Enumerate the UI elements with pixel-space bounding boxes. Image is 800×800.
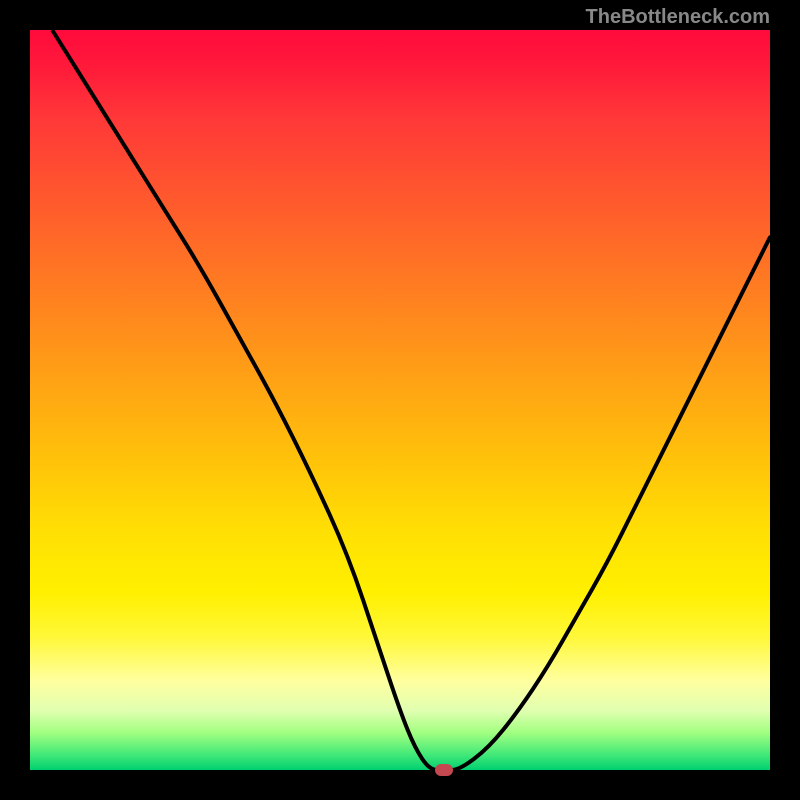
optimal-point-marker: [435, 764, 453, 776]
watermark-text: TheBottleneck.com: [586, 6, 770, 29]
bottleneck-curve: [30, 30, 770, 770]
chart-container: TheBottleneck.com: [0, 0, 800, 800]
